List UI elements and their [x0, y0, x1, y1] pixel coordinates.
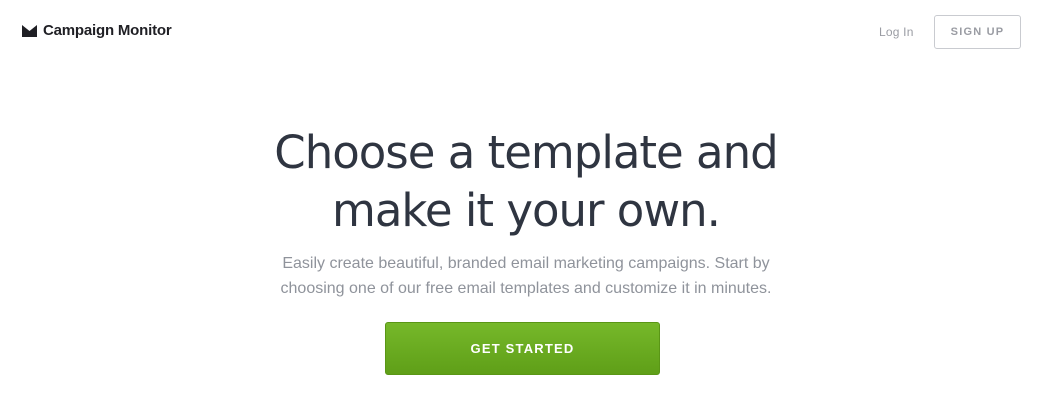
envelope-logo-icon	[22, 24, 37, 37]
get-started-button[interactable]: GET STARTED	[385, 322, 660, 375]
hero-title-line-1: Choose a template and	[274, 126, 778, 179]
hero-subtitle-line-2: choosing one of our free email templates…	[280, 280, 772, 297]
hero-subtitle-line-1: Easily create beautiful, branded email m…	[282, 255, 770, 272]
logo-text: Campaign Monitor	[43, 22, 172, 39]
signup-button[interactable]: SIGN UP	[934, 15, 1021, 49]
login-link[interactable]: Log In	[879, 25, 914, 39]
hero-subtitle: Easily create beautiful, branded email m…	[0, 251, 1052, 301]
hero-title-line-2: make it your own.	[332, 184, 721, 237]
landing-page: Campaign Monitor Log In SIGN UP Choose a…	[0, 0, 1052, 403]
hero-title: Choose a template and make it your own.	[0, 124, 1052, 240]
logo[interactable]: Campaign Monitor	[22, 22, 172, 39]
top-header: Campaign Monitor Log In SIGN UP	[0, 0, 1052, 62]
